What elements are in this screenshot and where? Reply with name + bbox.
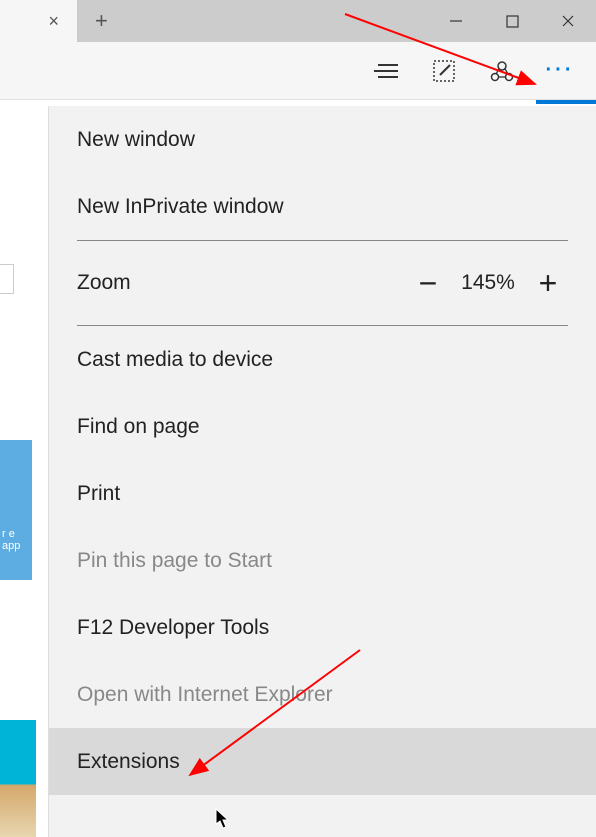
more-icon: ··· <box>546 59 575 82</box>
menu-f12-tools-label: F12 Developer Tools <box>77 616 269 640</box>
active-tab[interactable]: × <box>0 0 77 42</box>
window-controls <box>428 0 596 42</box>
more-button[interactable]: ··· <box>546 57 574 85</box>
partial-tile: r e app <box>0 440 32 580</box>
minimize-button[interactable] <box>428 0 484 42</box>
maximize-button[interactable] <box>484 0 540 42</box>
zoom-out-button[interactable]: − <box>408 263 448 303</box>
zoom-label: Zoom <box>77 271 408 295</box>
mouse-cursor <box>215 808 231 830</box>
reading-view-button[interactable] <box>372 57 400 85</box>
window-titlebar: × + <box>0 0 596 42</box>
web-note-icon <box>432 59 456 83</box>
reading-view-icon <box>374 62 398 80</box>
tab-strip: × + <box>0 0 428 42</box>
zoom-value: 145% <box>448 271 528 295</box>
menu-new-window-label: New window <box>77 128 195 152</box>
menu-extensions[interactable]: Extensions <box>49 728 596 795</box>
web-note-button[interactable] <box>430 57 458 85</box>
partial-address-bar <box>0 264 14 294</box>
share-icon <box>490 59 514 83</box>
menu-pin-to-start[interactable]: Pin this page to Start <box>49 527 596 594</box>
menu-new-inprivate-label: New InPrivate window <box>77 195 284 219</box>
close-icon <box>561 14 575 28</box>
menu-print[interactable]: Print <box>49 460 596 527</box>
share-button[interactable] <box>488 57 516 85</box>
menu-find-on-page-label: Find on page <box>77 415 200 439</box>
menu-new-window[interactable]: New window <box>49 106 596 173</box>
window-close-button[interactable] <box>540 0 596 42</box>
menu-f12-tools[interactable]: F12 Developer Tools <box>49 594 596 661</box>
new-tab-button[interactable]: + <box>95 8 108 34</box>
menu-cast-media[interactable]: Cast media to device <box>49 326 596 393</box>
page-content-area: r e app New window New InPrivate window … <box>0 100 596 837</box>
menu-open-ie[interactable]: Open with Internet Explorer <box>49 661 596 728</box>
menu-cast-media-label: Cast media to device <box>77 348 273 372</box>
menu-new-inprivate[interactable]: New InPrivate window <box>49 173 596 240</box>
menu-pin-to-start-label: Pin this page to Start <box>77 549 272 573</box>
zoom-in-button[interactable]: + <box>528 263 568 303</box>
minimize-icon <box>449 14 463 28</box>
tab-bar-background: + <box>77 0 428 42</box>
partial-image-thumbnail <box>0 720 36 837</box>
menu-find-on-page[interactable]: Find on page <box>49 393 596 460</box>
menu-extensions-label: Extensions <box>77 750 180 774</box>
settings-menu: New window New InPrivate window Zoom − 1… <box>48 106 596 837</box>
menu-print-label: Print <box>77 482 120 506</box>
menu-open-ie-label: Open with Internet Explorer <box>77 683 333 707</box>
partial-tile-text: r e app <box>2 528 32 552</box>
toolbar: ··· <box>0 42 596 100</box>
maximize-icon <box>506 15 519 28</box>
menu-zoom-row: Zoom − 145% + <box>49 241 596 325</box>
close-tab-icon[interactable]: × <box>48 11 59 32</box>
